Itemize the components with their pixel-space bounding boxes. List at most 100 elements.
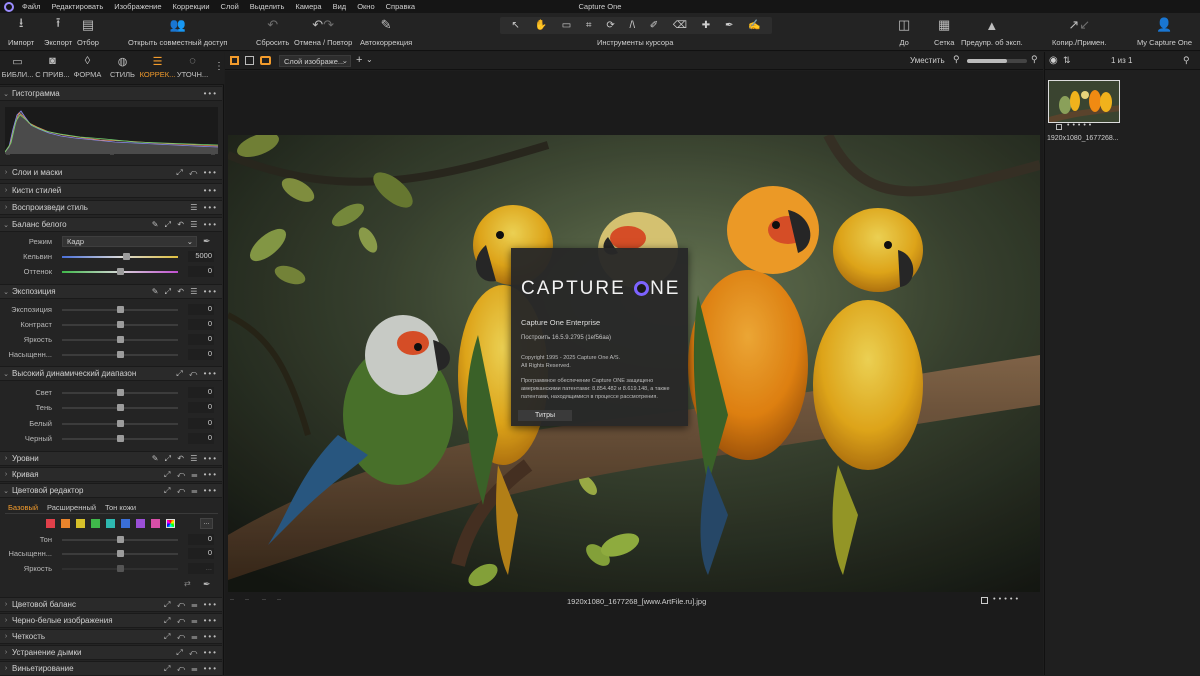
picker-cursor-icon[interactable]: ✒ <box>725 20 733 31</box>
section-levels[interactable]: › Уровни ✎ ⤢ ↶ ☰ ••• <box>0 451 222 466</box>
eyedropper-icon[interactable]: ✒ <box>203 579 211 590</box>
shadow-value[interactable]: 0 <box>188 402 214 413</box>
credits-button[interactable]: Титры <box>518 410 572 421</box>
section-histogram[interactable]: ⌄ Гистограмма ••• <box>0 86 222 101</box>
swatch-red[interactable] <box>46 519 55 528</box>
menu-camera[interactable]: Камера <box>295 2 321 11</box>
swatch-purple[interactable] <box>136 519 145 528</box>
copy-apply-button[interactable]: ↗ ↙ Копир./Примен. <box>1052 15 1106 47</box>
menu-file[interactable]: Файл <box>22 2 40 11</box>
tint-value[interactable]: 0 <box>188 266 214 277</box>
ce-lightness-value[interactable]: ... <box>188 563 214 574</box>
section-controls-icon[interactable]: ⤢ ↶ ☰ ••• <box>164 600 218 610</box>
menu-select[interactable]: Выделить <box>250 2 285 11</box>
color-editor-tab-basic[interactable]: Базовый <box>8 503 38 512</box>
section-controls-icon[interactable]: ⤢ ↶ ☰ ••• <box>164 616 218 626</box>
section-controls-icon[interactable]: ⤢ ↶ ••• <box>176 369 218 379</box>
thumb-color-tag-icon[interactable] <box>1056 124 1062 130</box>
menu-adjustments[interactable]: Коррекции <box>173 2 210 11</box>
select-cursor-icon[interactable]: ↖ <box>511 20 519 31</box>
single-view-icon[interactable] <box>245 56 254 65</box>
kelvin-slider-handle[interactable] <box>123 253 130 260</box>
color-editor-tab-skin[interactable]: Тон кожи <box>105 503 136 512</box>
swatch-orange[interactable] <box>61 519 70 528</box>
section-controls-icon[interactable]: ✎ ⤢ ↶ ☰ ••• <box>152 220 218 230</box>
before-button[interactable]: ◫ До <box>898 15 910 47</box>
swatch-magenta[interactable] <box>151 519 160 528</box>
tab-shape[interactable]: ◊ ФОРМА <box>70 55 105 79</box>
exposure-warning-button[interactable]: ▲ Предупр. об эксп. <box>961 15 1023 48</box>
white-value[interactable]: 0 <box>188 418 214 429</box>
thumbnail[interactable] <box>1048 80 1120 123</box>
section-controls-icon[interactable]: ⤢ ↶ ☰ ••• <box>164 632 218 642</box>
section-vignetting[interactable]: › Виньетирование ⤢ ↶ ☰ ••• <box>0 661 222 676</box>
section-color-balance[interactable]: › Цветовой баланс ⤢ ↶ ☰ ••• <box>0 597 222 612</box>
contrast-value[interactable]: 0 <box>188 319 214 330</box>
add-layer-icon[interactable]: + <box>356 54 362 66</box>
color-editor-tab-advanced[interactable]: Расширенный <box>47 503 96 512</box>
menu-help[interactable]: Справка <box>386 2 415 11</box>
menu-window[interactable]: Окно <box>357 2 374 11</box>
section-layers[interactable]: › Слои и маски ⤢ ↶ ••• <box>0 165 222 180</box>
exposure-value[interactable]: 0 <box>188 304 214 315</box>
annotate-cursor-icon[interactable]: ✍ <box>748 20 760 31</box>
section-clarity[interactable]: › Четкость ⤢ ↶ ☰ ••• <box>0 629 222 644</box>
swatch-blue[interactable] <box>121 519 130 528</box>
ce-lightness-slider-handle[interactable] <box>117 565 124 572</box>
ce-saturation-value[interactable]: 0 <box>188 548 214 559</box>
swatch-green[interactable] <box>91 519 100 528</box>
section-curve[interactable]: › Кривая ⤢ ↶ ☰ ••• <box>0 467 222 482</box>
reset-button[interactable]: ↶ Сбросить <box>256 15 289 47</box>
zoom-in-icon[interactable]: ⚲ <box>1031 54 1038 65</box>
sort-icon[interactable]: ⇅ <box>1063 55 1071 66</box>
brush-cursor-icon[interactable]: ✐ <box>650 20 658 31</box>
menu-view[interactable]: Вид <box>333 2 347 11</box>
saturation-value[interactable]: 0 <box>188 349 214 360</box>
shadow-slider-handle[interactable] <box>117 404 124 411</box>
layer-select[interactable]: Слой изображе... ⌄ <box>279 55 351 67</box>
tab-adjustments[interactable]: ☰ КОРРЕК... <box>140 55 176 79</box>
kelvin-slider[interactable] <box>62 256 178 258</box>
brightness-value[interactable]: 0 <box>188 334 214 345</box>
section-controls-icon[interactable]: ⤢ ↶ ☰ ••• <box>164 470 218 480</box>
thumb-rating-stars[interactable]: ••••• <box>1067 122 1094 129</box>
more-icon[interactable]: ••• <box>204 89 218 98</box>
autoadjust-button[interactable]: ✎ Автокоррекция <box>360 15 412 47</box>
swatch-cyan[interactable] <box>106 519 115 528</box>
section-controls-icon[interactable]: ✎ ⤢ ↶ ☰ ••• <box>152 287 218 297</box>
section-white-balance[interactable]: ⌄ Баланс белого ✎ ⤢ ↶ ☰ ••• <box>0 217 222 232</box>
wb-mode-select[interactable]: Кадр ⌄ <box>62 236 197 247</box>
tab-refine[interactable]: ◌ УТОЧН... <box>175 55 210 79</box>
contrast-slider-handle[interactable] <box>117 321 124 328</box>
primary-variant-icon[interactable] <box>260 56 271 65</box>
white-slider-handle[interactable] <box>117 420 124 427</box>
grid-button[interactable]: ▦ Сетка <box>934 15 954 47</box>
chevron-down-icon[interactable]: ⌄ <box>366 55 373 64</box>
more-colors-button[interactable]: ... <box>200 518 213 529</box>
section-controls-icon[interactable]: ⤢ ↶ ••• <box>176 648 218 658</box>
eraser-cursor-icon[interactable]: ⌫ <box>673 20 687 31</box>
pan-cursor-icon[interactable]: ✋ <box>535 20 547 31</box>
black-slider-handle[interactable] <box>117 435 124 442</box>
menu-image[interactable]: Изображение <box>114 2 161 11</box>
loupe-cursor-icon[interactable]: ▭ <box>562 20 571 31</box>
crop-cursor-icon[interactable]: ⌗ <box>586 20 592 31</box>
section-controls-icon[interactable]: ☰ ••• <box>190 203 218 212</box>
eye-icon[interactable]: ◉ <box>1049 55 1058 66</box>
highlight-slider-handle[interactable] <box>117 389 124 396</box>
section-controls-icon[interactable]: ⤢ ↶ ☰ ••• <box>164 486 218 496</box>
section-hdr[interactable]: ⌄ Высокий динамический диапазон ⤢ ↶ ••• <box>0 366 222 381</box>
section-controls-icon[interactable]: ⤢ ↶ ☰ ••• <box>164 664 218 674</box>
keystone-cursor-icon[interactable]: /\ <box>629 20 635 31</box>
brightness-slider-handle[interactable] <box>117 336 124 343</box>
section-bw[interactable]: › Черно-белые изображения ⤢ ↶ ☰ ••• <box>0 613 222 628</box>
swap-icon[interactable]: ⇄ <box>184 579 191 588</box>
eyedropper-icon[interactable]: ✒ <box>203 236 211 247</box>
tab-style[interactable]: ◍ СТИЛЬ <box>105 55 140 79</box>
ce-saturation-slider-handle[interactable] <box>117 550 124 557</box>
rating-stars[interactable]: ••••• <box>993 594 1021 603</box>
swatch-all[interactable] <box>166 519 175 528</box>
zoom-slider[interactable] <box>967 59 1027 63</box>
highlight-value[interactable]: 0 <box>188 387 214 398</box>
cull-button[interactable]: ▤ Отбор <box>77 15 99 47</box>
